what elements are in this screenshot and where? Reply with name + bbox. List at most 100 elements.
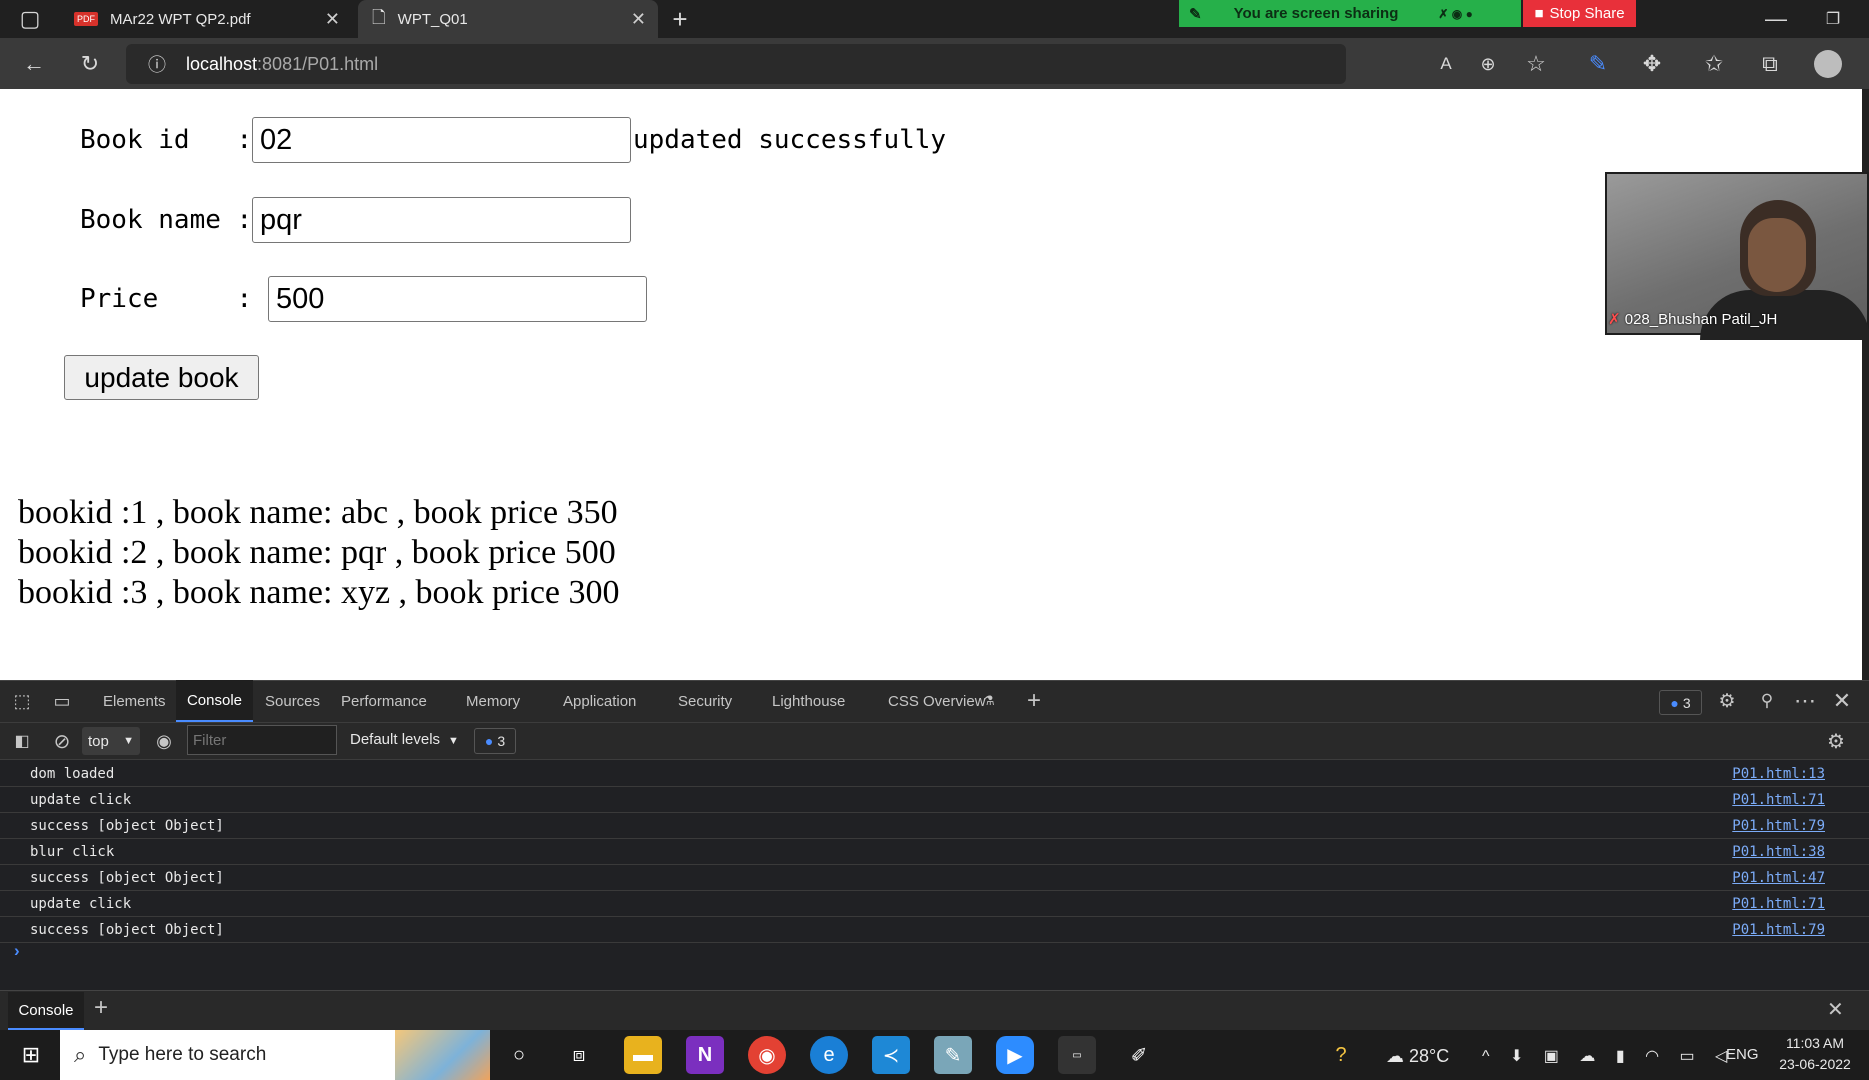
pen-extension-icon[interactable]: ✎ [1580, 46, 1616, 82]
console-message: update click [30, 792, 132, 808]
tab-console[interactable]: Console [176, 680, 253, 722]
page-icon: 🗋 [372, 7, 386, 27]
clock-time: 11:03 AM [1785, 1035, 1845, 1051]
source-link[interactable]: P01.html:47 [1732, 870, 1825, 886]
refresh-icon[interactable]: ↻ [72, 46, 108, 82]
clock-date: 23-06-2022 [1779, 1056, 1851, 1072]
extensions-icon[interactable]: ✥ [1634, 46, 1670, 82]
help-icon[interactable]: ? [1322, 1036, 1360, 1074]
price-input[interactable]: 500 [268, 276, 647, 322]
source-link[interactable]: P01.html:71 [1732, 792, 1825, 808]
edge-icon[interactable]: e [810, 1036, 848, 1074]
book-list-item: bookid :1 , book name: abc , book price … [18, 494, 618, 531]
chevron-down-icon: ▼ [123, 735, 134, 747]
info-icon[interactable]: ⓘ [139, 46, 175, 82]
terminal-icon[interactable]: ▭ [1058, 1036, 1096, 1074]
muted-mic-icon: ✗ [1608, 311, 1621, 328]
close-icon[interactable]: ✕ [631, 9, 646, 30]
chrome-icon[interactable]: ◉ [748, 1036, 786, 1074]
clear-console-icon[interactable]: ⊘ [44, 723, 80, 759]
book-name-input[interactable]: pqr [252, 197, 631, 243]
device-toggle-icon[interactable]: ▭ [44, 683, 80, 719]
source-link[interactable]: P01.html:13 [1732, 766, 1825, 782]
console-settings-gear-icon[interactable]: ⚙ [1818, 723, 1854, 759]
more-options-icon[interactable]: ⋯ [1787, 683, 1823, 719]
zoom-icon[interactable]: ▶ [996, 1036, 1034, 1074]
book-list-item: bookid :3 , book name: xyz , book price … [18, 574, 620, 611]
inspect-icon[interactable]: ⬚ [4, 683, 40, 719]
tab-security[interactable]: Security [678, 680, 732, 722]
stop-share-label: Stop Share [1549, 5, 1625, 22]
drawer-tab-console[interactable]: Console [8, 992, 84, 1030]
tab-pdf[interactable]: PDF MAr22 WPT QP2.pdf ✕ [62, 0, 352, 38]
collections-icon[interactable]: ⧉ [1752, 46, 1788, 82]
tab-memory[interactable]: Memory [466, 680, 520, 722]
language-indicator[interactable]: ENG [1726, 1046, 1759, 1063]
close-devtools-icon[interactable]: ✕ [1824, 683, 1860, 719]
new-tab-icon[interactable]: + [662, 1, 698, 37]
status-message: updated successfully [633, 125, 947, 155]
tab-performance[interactable]: Performance [341, 680, 427, 722]
drawer-close-icon[interactable]: ✕ [1827, 997, 1844, 1022]
stop-share-button[interactable]: ■ Stop Share [1523, 0, 1636, 27]
paint-icon[interactable]: ✐ [1120, 1036, 1158, 1074]
update-book-button[interactable]: update book [64, 355, 259, 400]
book-name-label: Book name : [80, 205, 253, 235]
search-placeholder: Type here to search [98, 1044, 267, 1065]
context-select[interactable]: top ▼ [82, 727, 140, 755]
console-prompt[interactable]: › [14, 941, 20, 961]
notepad-icon[interactable]: ✎ [934, 1036, 972, 1074]
issues-badge[interactable]: ● 3 [1659, 690, 1702, 715]
read-aloud-icon[interactable]: A [1428, 46, 1464, 82]
more-tabs-plus-icon[interactable]: + [1027, 680, 1041, 722]
drawer-add-icon[interactable]: + [94, 994, 108, 1022]
live-expression-eye-icon[interactable]: ◉ [146, 723, 182, 759]
favorite-add-icon[interactable]: ☆ [1518, 46, 1554, 82]
tab-lighthouse[interactable]: Lighthouse [772, 680, 845, 722]
cloud-icon: ☁ [1386, 1046, 1404, 1066]
source-link[interactable]: P01.html:38 [1732, 844, 1825, 860]
onenote-icon[interactable]: N [686, 1036, 724, 1074]
devtools-drawer [0, 990, 1869, 1030]
tab-elements[interactable]: Elements [103, 680, 166, 722]
close-icon[interactable]: ✕ [325, 9, 340, 30]
book-id-input[interactable]: 02 [252, 117, 631, 163]
back-icon[interactable]: ← [16, 46, 52, 82]
tab-application[interactable]: Application [563, 680, 636, 722]
filter-input[interactable] [187, 725, 337, 755]
source-link[interactable]: P01.html:71 [1732, 896, 1825, 912]
console-issues-badge[interactable]: ● 3 [474, 728, 516, 754]
tab-wpt[interactable]: 🗋 WPT_Q01 ✕ [358, 0, 658, 38]
messages-count: 3 [497, 733, 506, 749]
system-tray-icons[interactable]: ^ ⬇ ▣ ☁ ▮ ◠ ▭ ◁ [1482, 1046, 1735, 1066]
clock[interactable]: 11:03 AM 23-06-2022 [1770, 1035, 1860, 1072]
minimize-icon[interactable]: — [1758, 1, 1794, 37]
url-path: :8081/P01.html [257, 54, 379, 74]
weather-widget[interactable]: ☁ 28°C [1386, 1046, 1449, 1067]
sidebar-toggle-icon[interactable]: ◧ [4, 723, 40, 759]
search-icon: ⌕ [74, 1042, 87, 1067]
console-message: success [object Object] [30, 818, 224, 834]
customize-icon[interactable]: ⚲ [1749, 683, 1785, 719]
source-link[interactable]: P01.html:79 [1732, 818, 1825, 834]
vscode-icon[interactable]: ≺ [872, 1036, 910, 1074]
tab-sources[interactable]: Sources [265, 680, 320, 722]
task-view-icon[interactable]: ⧈ [560, 1036, 598, 1074]
restore-icon[interactable]: ❐ [1815, 1, 1851, 37]
favorites-icon[interactable]: ✩ [1696, 46, 1732, 82]
message-icon: ● [1670, 694, 1679, 711]
console-row: update click P01.html:71 [0, 891, 1869, 917]
source-link[interactable]: P01.html:79 [1732, 922, 1825, 938]
tab-css-overview[interactable]: CSS Overview [888, 680, 986, 722]
log-levels-dropdown[interactable]: Default levels ▼ [350, 731, 459, 748]
zoom-icon[interactable]: ⊕ [1470, 46, 1506, 82]
file-explorer-icon[interactable]: ▬ [624, 1036, 662, 1074]
profile-avatar[interactable] [1814, 50, 1842, 78]
tab-actions-icon[interactable]: ▢ [12, 1, 48, 37]
settings-gear-icon[interactable]: ⚙ [1709, 683, 1745, 719]
pdf-icon: PDF [74, 12, 98, 26]
url-text[interactable]: localhost:8081/P01.html [186, 54, 378, 75]
taskbar-search[interactable]: ⌕ Type here to search [60, 1030, 490, 1080]
windows-start-icon[interactable]: ⊞ [12, 1036, 50, 1074]
cortana-icon[interactable]: ○ [500, 1036, 538, 1074]
